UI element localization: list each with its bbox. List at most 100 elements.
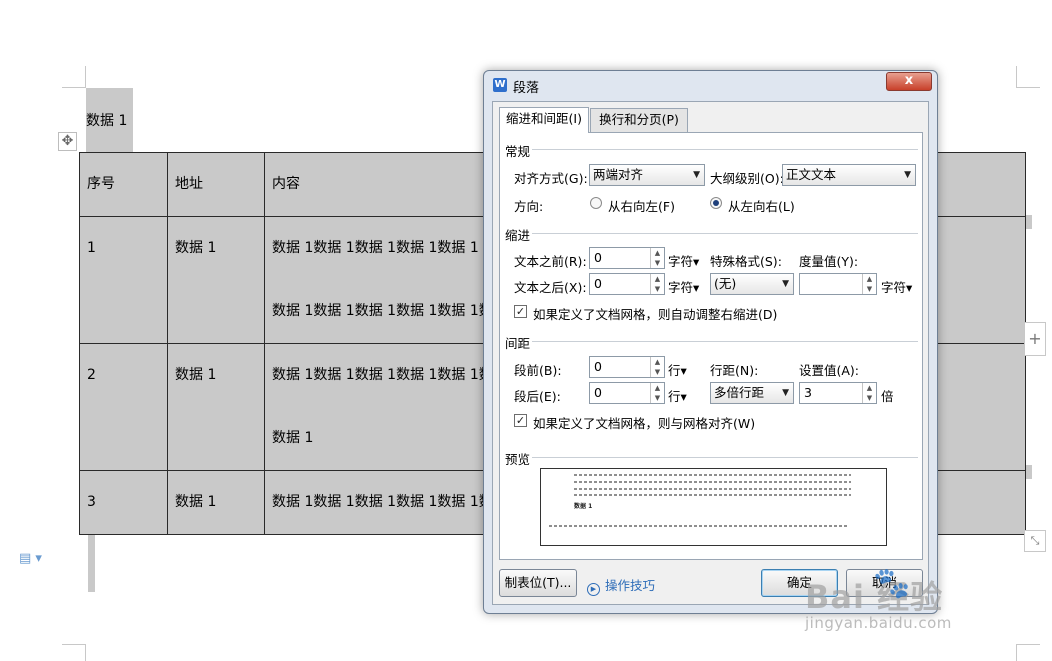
- tab-line-page-breaks[interactable]: 换行和分页(P): [590, 108, 688, 132]
- cell-no: 2: [87, 367, 96, 383]
- dialog-titlebar[interactable]: W 段落 x: [484, 71, 937, 97]
- preview-line: [574, 474, 851, 476]
- preview-line: [549, 525, 849, 527]
- document-heading: 数据 1: [86, 88, 133, 152]
- selection-bar: [88, 530, 95, 592]
- ltr-radio[interactable]: [710, 197, 722, 209]
- page-corner-mark: [62, 644, 86, 661]
- cell-addr: 数据 1: [175, 367, 217, 383]
- cell-addr: 数据 1: [175, 240, 217, 256]
- preview-line: [574, 488, 851, 490]
- spin-down-icon[interactable]: ▼: [651, 393, 664, 403]
- special-format-label: 特殊格式(S):: [710, 254, 782, 269]
- auto-adjust-label: 如果定义了文档网格，则自动调整右缩进(D): [533, 307, 778, 322]
- header-addr: 地址: [175, 176, 203, 192]
- section-divider: [532, 341, 918, 342]
- wps-writer-icon: W: [493, 78, 507, 92]
- table-cell[interactable]: 1: [79, 216, 168, 344]
- setting-value: 3: [804, 385, 812, 400]
- preview-line: [574, 494, 851, 496]
- spinner-buttons[interactable]: ▲ ▼: [650, 274, 664, 294]
- spin-up-icon[interactable]: ▲: [651, 274, 664, 284]
- spinner-buttons[interactable]: ▲ ▼: [650, 357, 664, 377]
- section-preview-heading: 预览: [505, 452, 531, 467]
- table-cell[interactable]: 数据 1: [167, 216, 265, 344]
- indent-after-unit[interactable]: 字符▾: [668, 277, 699, 296]
- indent-before-input[interactable]: 0 ▲ ▼: [589, 247, 665, 269]
- spinner-buttons[interactable]: ▲ ▼: [862, 274, 876, 294]
- space-before-value: 0: [594, 359, 602, 374]
- section-divider: [532, 149, 918, 150]
- page-corner-mark: [1016, 66, 1040, 88]
- grid-align-checkbox[interactable]: ✓: [514, 414, 527, 427]
- preview-line: [574, 481, 851, 483]
- dialog-title: 段落: [513, 81, 540, 96]
- rtl-radio[interactable]: [590, 197, 602, 209]
- indent-after-label: 文本之后(X):: [514, 280, 587, 295]
- table-cell[interactable]: 地址: [167, 152, 265, 217]
- tips-link[interactable]: ▶ 操作技巧: [587, 575, 655, 596]
- indent-after-input[interactable]: 0 ▲ ▼: [589, 273, 665, 295]
- table-cell[interactable]: 2: [79, 343, 168, 471]
- space-before-input[interactable]: 0 ▲ ▼: [589, 356, 665, 378]
- tab-stops-button[interactable]: 制表位(T)...: [499, 569, 577, 597]
- table-cell[interactable]: 数据 1: [167, 470, 265, 535]
- space-after-unit[interactable]: 行▾: [668, 386, 687, 405]
- measure-input[interactable]: ▲ ▼: [799, 273, 877, 295]
- space-before-label: 段前(B):: [514, 363, 562, 378]
- indent-before-label: 文本之前(R):: [514, 254, 587, 269]
- line-spacing-select[interactable]: 多倍行距 ▼: [710, 382, 794, 404]
- paragraph-preview: 数据 1: [540, 468, 887, 546]
- indent-before-value: 0: [594, 250, 602, 265]
- table-cell[interactable]: 序号: [79, 152, 168, 217]
- add-row-icon[interactable]: +: [1024, 322, 1046, 356]
- spin-up-icon[interactable]: ▲: [651, 248, 664, 258]
- auto-adjust-checkbox[interactable]: ✓: [514, 305, 527, 318]
- spin-down-icon[interactable]: ▼: [863, 393, 876, 403]
- spinner-buttons[interactable]: ▲ ▼: [862, 383, 876, 403]
- table-move-handle-icon[interactable]: ✥: [58, 132, 77, 151]
- spin-down-icon[interactable]: ▼: [863, 284, 876, 294]
- watermark-url: jingyan.baidu.com: [805, 614, 952, 632]
- alignment-select[interactable]: 两端对齐 ▼: [589, 164, 705, 186]
- spin-up-icon[interactable]: ▲: [651, 357, 664, 367]
- space-after-input[interactable]: 0 ▲ ▼: [589, 382, 665, 404]
- table-cell[interactable]: 3: [79, 470, 168, 535]
- line-spacing-label: 行距(N):: [710, 363, 759, 378]
- spin-up-icon[interactable]: ▲: [863, 383, 876, 393]
- outline-level-label: 大纲级别(O):: [710, 171, 784, 186]
- baidu-jingyan-watermark: Bai 经验 🐾 jingyan.baidu.com: [775, 548, 1005, 638]
- spin-up-icon[interactable]: ▲: [651, 383, 664, 393]
- alignment-value: 两端对齐: [593, 167, 644, 182]
- rtl-label: 从右向左(F): [608, 199, 675, 214]
- spin-down-icon[interactable]: ▼: [651, 258, 664, 268]
- play-icon: ▶: [587, 583, 600, 596]
- page-corner-mark: [1016, 644, 1040, 661]
- selection-bar: [1025, 215, 1032, 229]
- spin-down-icon[interactable]: ▼: [651, 284, 664, 294]
- space-before-unit[interactable]: 行▾: [668, 360, 687, 379]
- table-cell[interactable]: 数据 1: [167, 343, 265, 471]
- dropdown-arrow-icon: ▼: [782, 279, 789, 289]
- spinner-buttons[interactable]: ▲ ▼: [650, 383, 664, 403]
- document-heading-text: 数据 1: [86, 113, 128, 129]
- tab-indent-spacing[interactable]: 缩进和间距(I): [499, 107, 589, 133]
- spinner-buttons[interactable]: ▲ ▼: [650, 248, 664, 268]
- spin-up-icon[interactable]: ▲: [863, 274, 876, 284]
- special-format-select[interactable]: (无) ▼: [710, 273, 794, 295]
- space-after-value: 0: [594, 385, 602, 400]
- setting-value-unit: 倍: [881, 389, 894, 404]
- selection-bar: [1025, 465, 1032, 479]
- setting-value-input[interactable]: 3 ▲ ▼: [799, 382, 877, 404]
- setting-value-label: 设置值(A):: [799, 363, 860, 378]
- outline-level-select[interactable]: 正文文本 ▼: [782, 164, 916, 186]
- indent-before-unit[interactable]: 字符▾: [668, 251, 699, 270]
- table-resize-icon[interactable]: ⤡: [1024, 530, 1046, 552]
- spin-down-icon[interactable]: ▼: [651, 367, 664, 377]
- document-options-icon[interactable]: ▤ ▾: [19, 551, 47, 567]
- paragraph-dialog: W 段落 x 缩进和间距(I) 换行和分页(P) 常规 对齐方式(G): 两端对…: [483, 70, 938, 614]
- measure-unit[interactable]: 字符▾: [881, 277, 912, 296]
- outline-level-value: 正文文本: [786, 167, 837, 182]
- ltr-label: 从左向右(L): [728, 199, 795, 214]
- close-button[interactable]: x: [886, 72, 932, 91]
